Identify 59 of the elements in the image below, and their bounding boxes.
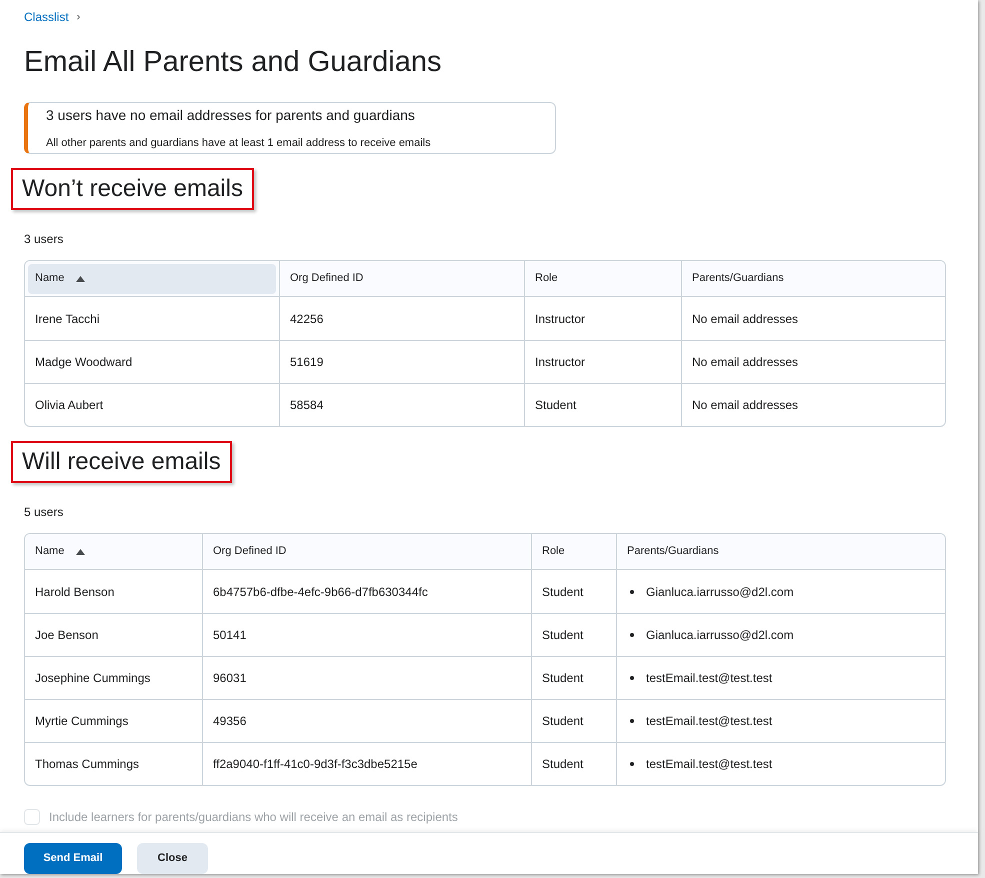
table-cell-text: No email addresses <box>692 310 798 328</box>
alert-heading: 3 users have no email addresses for parents and guardians <box>46 106 416 125</box>
sort-ascending-icon <box>76 276 86 282</box>
table-cell-text: 6b4757b6-dfbe-4efc-9b66-d7fb630344fc <box>213 584 428 600</box>
column-header[interactable]: Role <box>528 264 678 294</box>
column-header[interactable]: Name <box>28 536 199 566</box>
column-header[interactable]: Role <box>535 536 613 566</box>
table-cell-text: Instructor <box>535 354 586 371</box>
guardian-email: testEmail.test@test.test <box>646 670 772 687</box>
table-cell-text: Student <box>542 627 584 644</box>
sort-ascending-icon <box>76 548 86 554</box>
bullet-icon <box>630 719 634 723</box>
send-email-button[interactable]: Send Email <box>24 843 122 874</box>
bullet-icon <box>630 676 634 680</box>
table-cell-text: Thomas Cummings <box>35 756 140 773</box>
table-cell-text: Irene Tacchi <box>35 310 100 328</box>
column-header[interactable]: Parents/Guardians <box>685 264 942 294</box>
table-cell-text: Josephine Cummings <box>35 670 150 687</box>
table-cell-text: No email addresses <box>692 397 798 414</box>
user-count: 3 users <box>24 231 64 248</box>
column-header[interactable]: Org Defined ID <box>206 536 528 566</box>
column-header[interactable]: Parents/Guardians <box>620 536 942 566</box>
table-cell-text: Olivia Aubert <box>35 397 104 414</box>
breadcrumb-link[interactable]: Classlist <box>24 8 69 26</box>
guardian-email: testEmail.test@test.test <box>646 713 772 730</box>
page-title: Email All Parents and Guardians <box>24 45 442 80</box>
table-cell-text: 96031 <box>213 670 246 687</box>
table-cell-text: Student <box>542 670 584 687</box>
guardian-email: Gianluca.iarrusso@d2l.com <box>646 584 794 600</box>
alert-message: All other parents and guardians have at least 1 email address to receive emails <box>46 136 432 151</box>
section-heading: Will receive emails <box>11 441 232 483</box>
bullet-icon <box>630 590 634 594</box>
user-count: 5 users <box>24 504 64 521</box>
table-cell-text: 42256 <box>290 310 324 328</box>
table-cell-text: 51619 <box>290 354 324 371</box>
breadcrumb-separator: › <box>76 10 80 25</box>
table-cell-text: Student <box>542 756 584 773</box>
bullet-icon <box>630 633 634 637</box>
table-cell-text: Instructor <box>535 310 586 328</box>
table-cell-text: Harold Benson <box>35 584 114 600</box>
guardian-email: Gianluca.iarrusso@d2l.com <box>646 627 794 644</box>
column-header[interactable]: Name <box>28 264 276 294</box>
table-cell-text: 50141 <box>213 627 246 644</box>
table-cell-text: Student <box>542 584 584 600</box>
section-heading: Won’t receive emails <box>11 168 254 210</box>
table-cell-text: 58584 <box>290 397 324 414</box>
table-cell-text: ff2a9040-f1ff-41c0-9d3f-f3c3dbe5215e <box>213 756 418 773</box>
include-learners-label: Include learners for parents/guardians who will receive an email as recipients <box>49 809 458 826</box>
table-cell-text: Madge Woodward <box>35 354 132 371</box>
guardian-email: testEmail.test@test.test <box>646 756 772 773</box>
table-cell-text: Student <box>535 397 576 414</box>
column-header[interactable]: Org Defined ID <box>283 264 521 294</box>
table-cell-text: No email addresses <box>692 354 798 371</box>
table-cell-text: Joe Benson <box>35 627 98 644</box>
table-cell-text: Student <box>542 713 584 730</box>
close-button[interactable]: Close <box>137 843 208 874</box>
bullet-icon <box>630 762 634 766</box>
table-cell-text: 49356 <box>213 713 246 730</box>
table-cell-text: Myrtie Cummings <box>35 713 128 730</box>
